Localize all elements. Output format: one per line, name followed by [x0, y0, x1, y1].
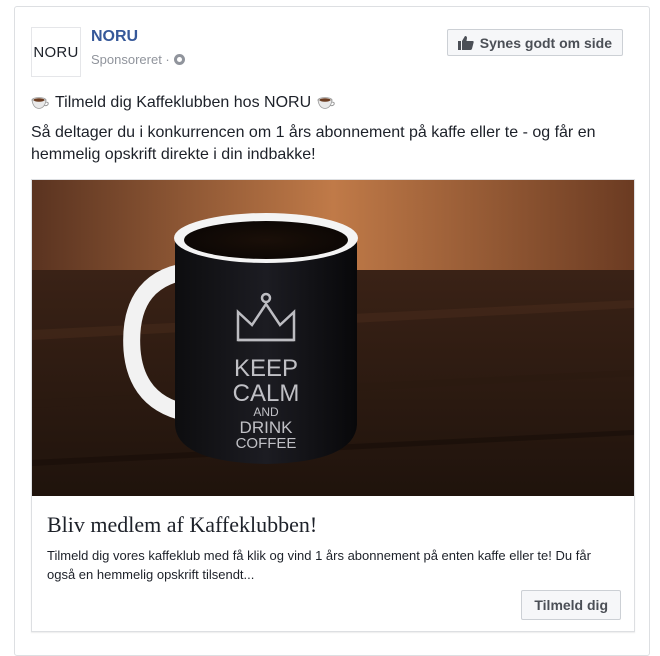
page-name-link[interactable]: NORU — [91, 28, 138, 46]
link-description: Tilmeld dig vores kaffeklub med få klik … — [47, 548, 591, 582]
sponsored-post-card: NORU NORU Sponsoreret · Synes godt om si… — [14, 6, 650, 656]
thumbs-up-icon — [457, 35, 474, 50]
post-header: NORU NORU Sponsoreret · Synes godt om si… — [31, 27, 635, 79]
page-avatar[interactable]: NORU — [31, 27, 81, 77]
like-page-button[interactable]: Synes godt om side — [446, 29, 623, 56]
like-page-label: Synes godt om side — [479, 34, 612, 51]
coffee-cup-emoji — [317, 97, 335, 109]
logo-wordmark: NORU — [33, 43, 79, 61]
link-preview-card[interactable]: KEEP CALM AND DRINK COFFEE Bliv medlem a… — [31, 179, 635, 632]
headline-text: Tilmeld dig Kaffeklubben hos NORU — [55, 94, 312, 111]
signup-cta-button[interactable]: Tilmeld dig — [521, 590, 621, 620]
mug-text-coffee: COFFEE — [236, 435, 297, 452]
coffee-mug-photo[interactable]: KEEP CALM AND DRINK COFFEE — [32, 180, 634, 496]
mug-text-keep: KEEP — [234, 355, 298, 382]
post-headline: Tilmeld dig Kaffeklubben hos NORU — [31, 94, 335, 112]
post-meta: Sponsoreret · — [91, 52, 185, 67]
post-body-text: Så deltager du i konkurrencen om 1 års a… — [31, 124, 596, 163]
mug-text-and: AND — [253, 405, 279, 419]
mug-text-calm: CALM — [233, 380, 300, 407]
globe-icon — [173, 54, 185, 65]
coffee-cup-emoji — [31, 97, 49, 109]
sponsored-label: Sponsoreret · — [91, 52, 170, 67]
link-title[interactable]: Bliv medlem af Kaffeklubben! — [47, 512, 317, 538]
mug-illustration: KEEP CALM AND DRINK COFFEE — [32, 180, 634, 496]
